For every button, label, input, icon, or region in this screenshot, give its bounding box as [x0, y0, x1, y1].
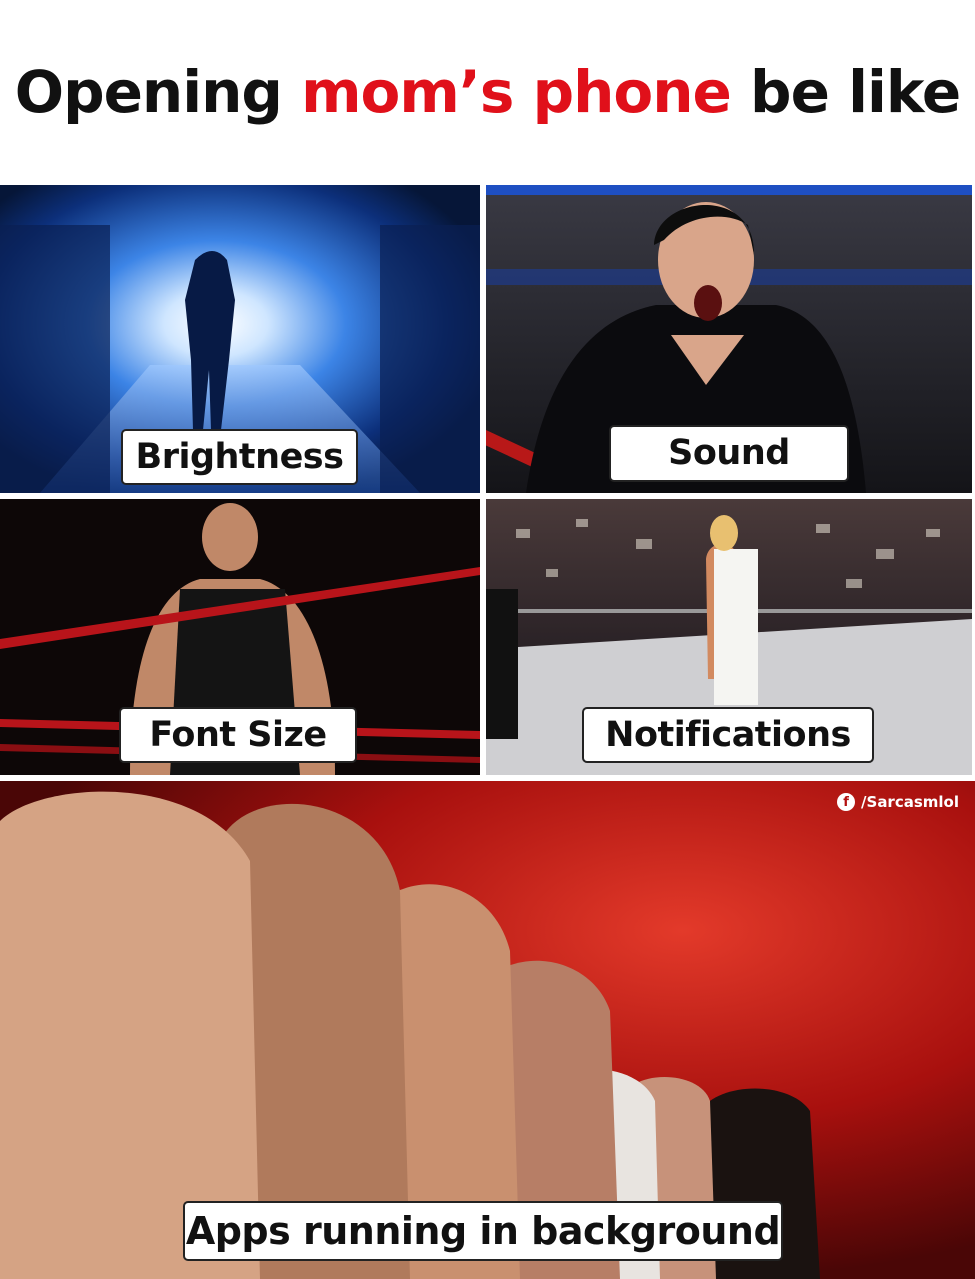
- label-brightness: Brightness: [121, 429, 358, 485]
- panel-brightness: Brightness: [0, 185, 480, 493]
- panel-font-size: Font Size: [0, 499, 480, 775]
- label-sound: Sound: [609, 425, 849, 482]
- panel-apps-running: f /Sarcasmlol Apps running in background: [0, 781, 975, 1279]
- meme-title: Opening mom’s phone be like: [14, 57, 961, 126]
- label-apps-running: Apps running in background: [183, 1201, 783, 1261]
- title-bar: Opening mom’s phone be like: [0, 0, 975, 183]
- facebook-icon: f: [837, 793, 856, 811]
- watermark: f /Sarcasmlol: [837, 793, 959, 811]
- title-part-2: mom’s phone: [301, 57, 732, 126]
- label-font-size: Font Size: [119, 707, 357, 763]
- panel-sound: Sound: [486, 185, 972, 493]
- title-part-1: Opening: [14, 57, 302, 126]
- label-notifications: Notifications: [582, 707, 874, 763]
- watermark-handle: /Sarcasmlol: [861, 793, 959, 811]
- title-part-3: be like: [730, 57, 961, 126]
- panel-notifications: Notifications: [486, 499, 972, 775]
